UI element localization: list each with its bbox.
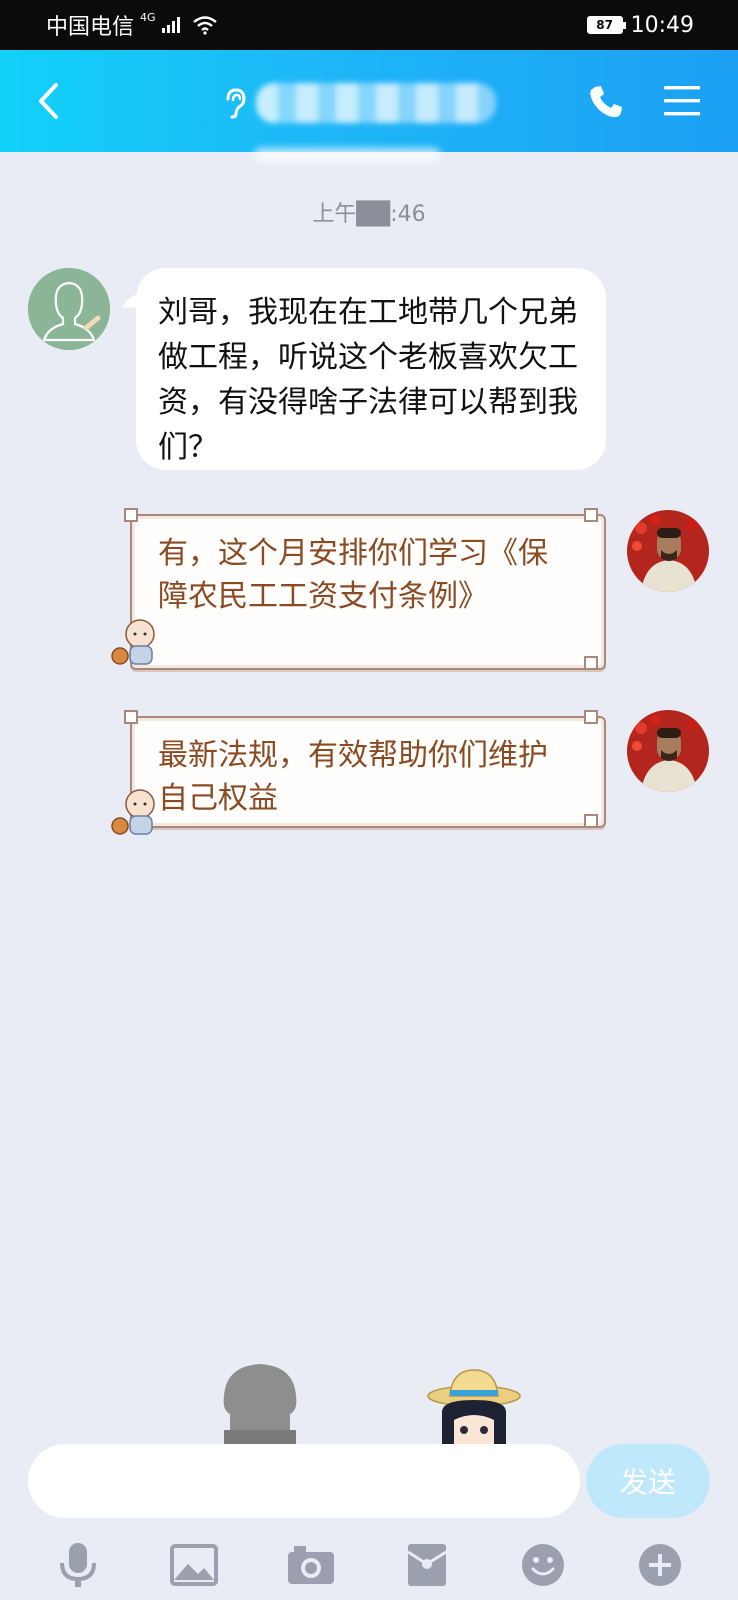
- plus-icon: [638, 1544, 681, 1586]
- status-right: 87 10:49: [586, 12, 694, 38]
- signal-icon: [161, 17, 180, 33]
- input-toolbar: [0, 1530, 738, 1600]
- monk-sticker-icon: [111, 619, 155, 665]
- camera-icon: [287, 1546, 334, 1584]
- send-button[interactable]: 发送: [586, 1444, 710, 1518]
- incoming-message-bubble[interactable]: 刘哥，我现在在工地带几个兄弟做工程，听说这个老板喜欢欠工资，有没得啥子法律可以帮…: [136, 268, 606, 470]
- user-photo-avatar: [627, 710, 709, 792]
- monk-sticker-icon: [111, 789, 155, 835]
- clock: 10:49: [630, 12, 694, 38]
- camera-button[interactable]: [283, 1537, 339, 1593]
- battery-icon: 87: [586, 16, 626, 34]
- contact-title[interactable]: ██████: [222, 80, 502, 126]
- my-avatar[interactable]: [627, 710, 709, 792]
- chat-header: ██████: [0, 50, 738, 152]
- contact-name-blurred: ██████: [256, 83, 496, 123]
- phone-call-button[interactable]: [586, 82, 626, 122]
- contact-figure-silhouette: [223, 1364, 297, 1446]
- bubble-corner-decoration: [584, 710, 598, 724]
- red-packet-icon: [407, 1544, 447, 1586]
- bubble-corner-decoration: [124, 710, 138, 724]
- image-icon: [170, 1544, 219, 1586]
- message-text: 刘哥，我现在在工地带几个兄弟做工程，听说这个老板喜欢欠工资，有没得啥子法律可以帮…: [158, 295, 578, 465]
- more-button[interactable]: [632, 1537, 688, 1593]
- ear-icon: [226, 88, 246, 119]
- title-blur-overflow: [255, 148, 440, 162]
- message-input-row: 发送: [0, 1440, 738, 1526]
- user-photo-avatar: [627, 510, 709, 592]
- status-left: 中国电信 4G: [46, 9, 218, 41]
- my-avatar[interactable]: [627, 510, 709, 592]
- contact-avatar[interactable]: [28, 268, 110, 350]
- hamburger-menu-icon[interactable]: [664, 84, 700, 118]
- message-timestamp: 上午██:46: [312, 202, 426, 227]
- status-bar: 中国电信 4G 87 10:49: [0, 0, 738, 50]
- carrier-label: 中国电信: [46, 15, 135, 40]
- message-text: 最新法规，有效帮助你们维护自己权益: [158, 738, 548, 816]
- back-button[interactable]: [28, 78, 68, 124]
- emoji-button[interactable]: [515, 1537, 571, 1593]
- bubble-corner-decoration: [584, 656, 598, 670]
- wifi-icon: [192, 16, 217, 35]
- network-type: 4G: [140, 10, 156, 24]
- bubble-corner-decoration: [584, 508, 598, 522]
- image-button[interactable]: [166, 1537, 222, 1593]
- bubble-corner-decoration: [584, 814, 598, 828]
- user-figure-avatar: [427, 1369, 521, 1448]
- chevron-left-icon: [39, 83, 58, 119]
- bubble-corner-decoration: [124, 508, 138, 522]
- outgoing-message-bubble[interactable]: 有，这个月安排你们学习《保障农民工工资支付条例》: [130, 514, 606, 670]
- red-packet-button[interactable]: [399, 1537, 455, 1593]
- message-input[interactable]: [28, 1444, 580, 1518]
- outgoing-message-bubble[interactable]: 最新法规，有效帮助你们维护自己权益: [130, 716, 606, 828]
- voice-button[interactable]: [50, 1537, 106, 1593]
- microphone-icon: [60, 1543, 97, 1587]
- emoji-icon: [522, 1544, 565, 1586]
- default-avatar-icon: [28, 268, 110, 350]
- message-text: 有，这个月安排你们学习《保障农民工工资支付条例》: [158, 536, 548, 614]
